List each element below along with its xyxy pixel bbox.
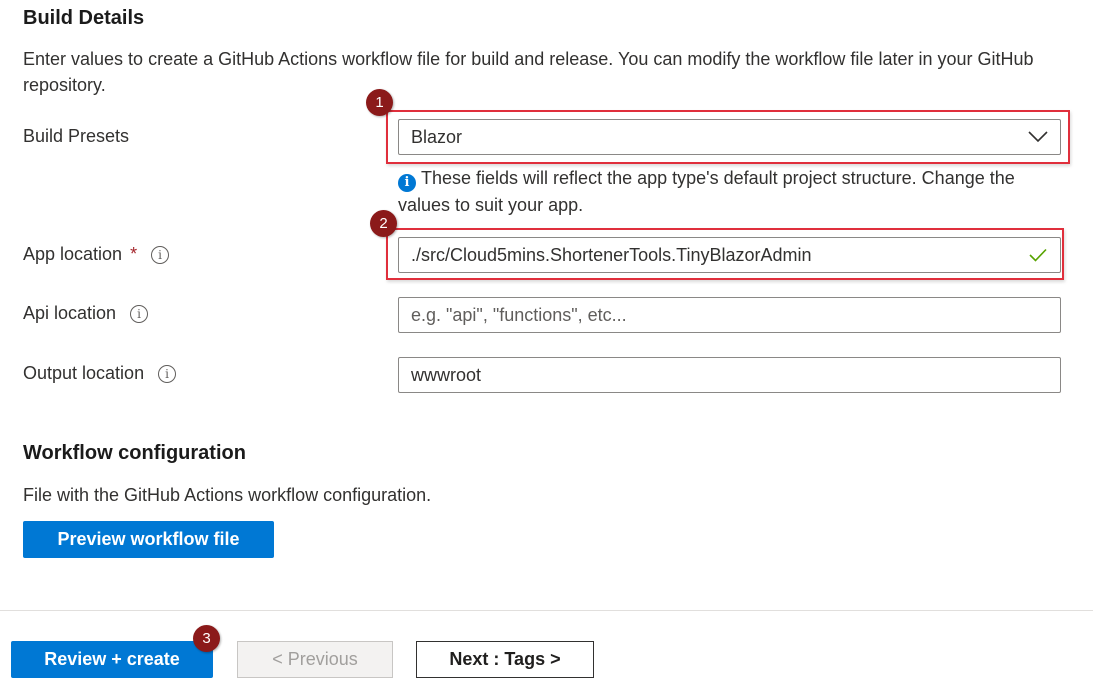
review-create-button[interactable]: Review + create (11, 641, 213, 678)
app-location-label-text: App location (23, 244, 123, 264)
build-presets-selected: Blazor (411, 126, 463, 147)
required-asterisk: * (130, 244, 138, 264)
build-presets-label-text: Build Presets (23, 126, 130, 146)
info-icon[interactable]: i (151, 245, 170, 264)
app-location-label: App location * i (23, 244, 170, 265)
preview-workflow-file-button[interactable]: Preview workflow file (23, 521, 274, 558)
build-presets-note-text: These fields will reflect the app type's… (398, 168, 1015, 215)
next-tags-button[interactable]: Next : Tags > (416, 641, 594, 678)
api-location-label: Api location i (23, 303, 149, 324)
workflow-configuration-description: File with the GitHub Actions workflow co… (23, 485, 432, 505)
info-icon[interactable]: i (158, 364, 177, 383)
build-presets-note: i These fields will reflect the app type'… (398, 165, 1058, 218)
checkmark-icon (1029, 248, 1047, 262)
output-location-value: wwwroot (411, 364, 482, 385)
info-icon[interactable]: i (130, 304, 149, 323)
previous-button[interactable]: < Previous (237, 641, 393, 678)
annotation-badge-1: 1 (366, 89, 393, 116)
info-filled-icon: i (398, 174, 416, 192)
build-presets-dropdown[interactable]: Blazor (398, 119, 1061, 155)
app-location-input[interactable]: ./src/Cloud5mins.ShortenerTools.TinyBlaz… (398, 237, 1061, 273)
chevron-down-icon (1028, 131, 1048, 143)
api-location-input[interactable]: e.g. "api", "functions", etc... (398, 297, 1061, 333)
footer-divider (0, 610, 1093, 611)
build-details-heading: Build Details (23, 7, 145, 29)
build-details-description: Enter values to create a GitHub Actions … (23, 49, 1034, 95)
annotation-badge-2: 2 (370, 210, 397, 237)
output-location-label: Output location i (23, 363, 177, 384)
build-presets-label: Build Presets (23, 126, 129, 147)
output-location-input[interactable]: wwwroot (398, 357, 1061, 393)
output-location-label-text: Output location (23, 363, 145, 383)
annotation-badge-3: 3 (193, 625, 220, 652)
api-location-label-text: Api location (23, 303, 117, 323)
app-location-value: ./src/Cloud5mins.ShortenerTools.TinyBlaz… (411, 244, 812, 265)
workflow-configuration-heading: Workflow configuration (23, 442, 246, 464)
api-location-placeholder: e.g. "api", "functions", etc... (411, 304, 627, 325)
